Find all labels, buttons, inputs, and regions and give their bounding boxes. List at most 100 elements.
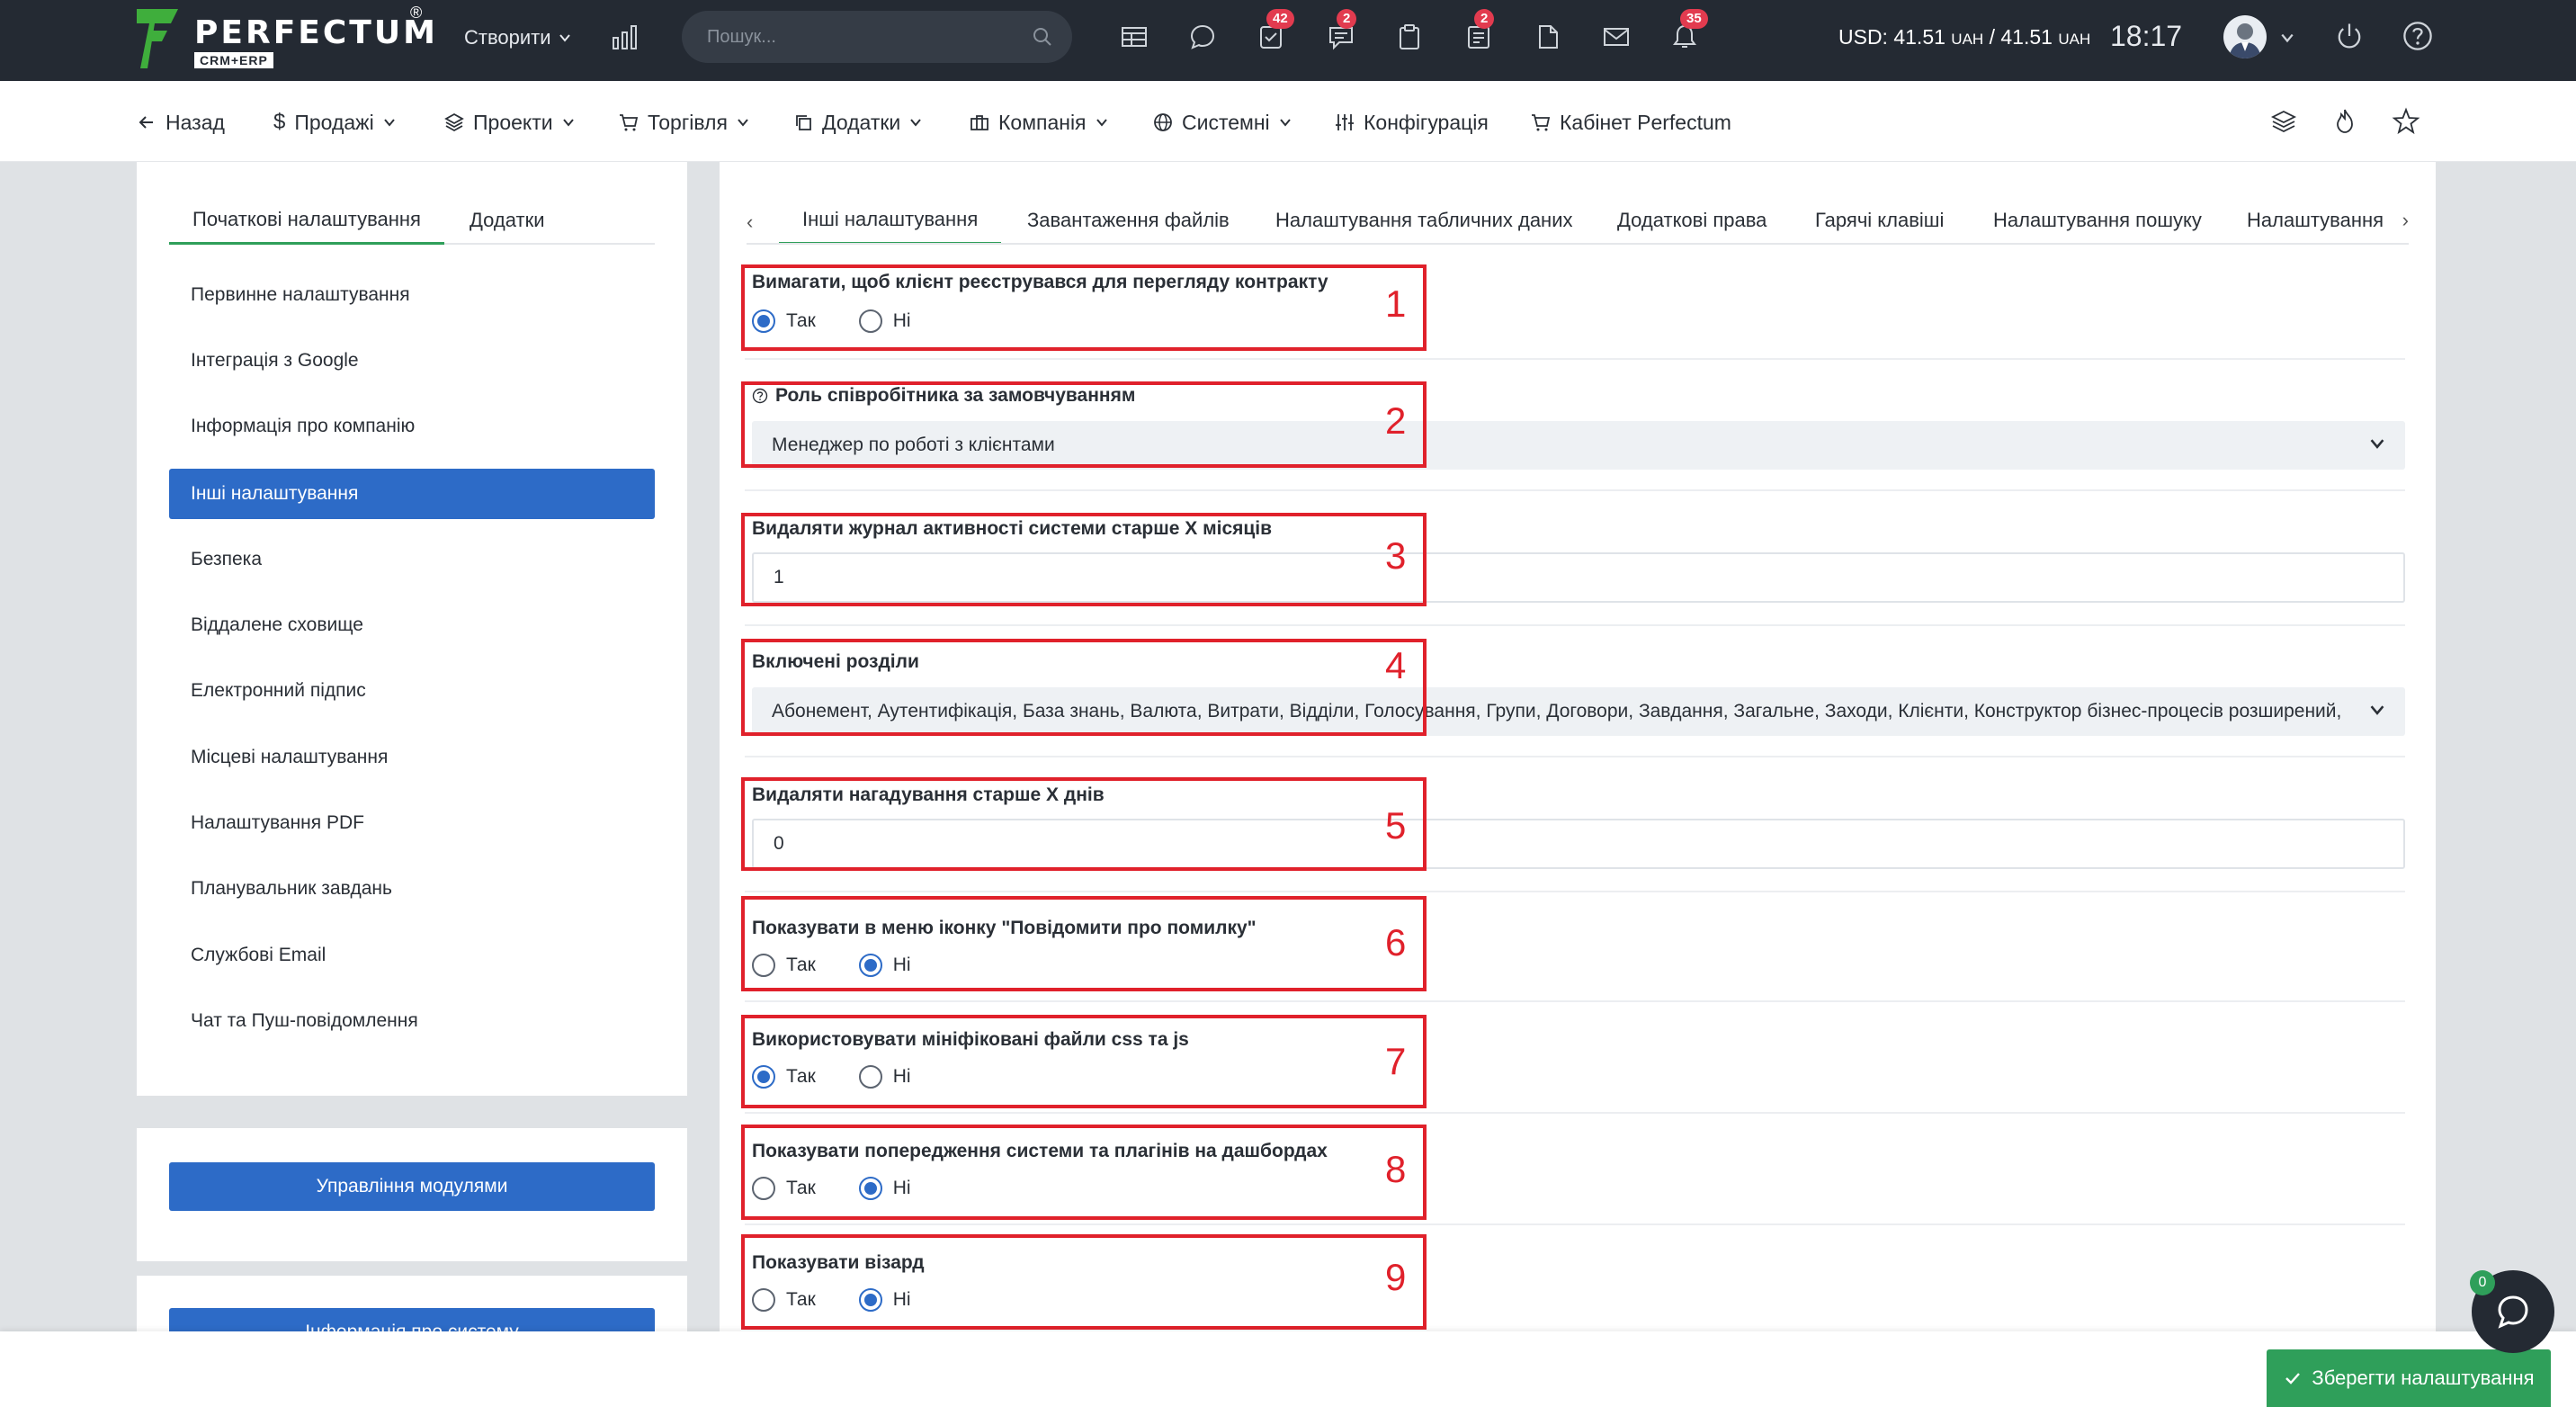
search-box[interactable] bbox=[682, 11, 1072, 63]
currency-unit: UAH bbox=[2058, 31, 2091, 48]
tab-settings-more[interactable]: Налаштування bbox=[2247, 196, 2384, 243]
chevron-down-icon bbox=[383, 119, 395, 127]
tab-addons[interactable]: Додатки bbox=[470, 196, 544, 245]
nav-trade-label: Торгівля bbox=[648, 110, 728, 134]
chevron-down-icon bbox=[738, 119, 748, 127]
tab-search-settings[interactable]: Налаштування пошуку bbox=[1993, 196, 2202, 243]
tab-extra-permissions[interactable]: Додаткові права bbox=[1617, 196, 1767, 243]
chat-bubble-icon bbox=[2498, 1295, 2528, 1329]
messages-icon[interactable]: 2 bbox=[1324, 9, 1358, 54]
annotation-box bbox=[741, 1015, 1427, 1108]
nav-projects[interactable]: Проекти bbox=[444, 108, 575, 137]
chevron-down-icon bbox=[559, 34, 570, 42]
sidebar-item-scheduler[interactable]: Планувальник завдань bbox=[169, 864, 655, 914]
nav-config[interactable]: Конфігурація bbox=[1335, 108, 1489, 137]
sidebar-item-local-settings[interactable]: Місцеві налаштування bbox=[169, 732, 655, 783]
sidebar-item-remote-storage[interactable]: Віддалене сховище bbox=[169, 600, 655, 650]
power-icon[interactable] bbox=[2333, 20, 2366, 52]
bell-icon[interactable]: 35 bbox=[1668, 9, 1708, 54]
tasks-icon[interactable]: 42 bbox=[1254, 9, 1294, 54]
nav-cabinet-label: Кабінет Perfectum bbox=[1560, 110, 1731, 134]
logo-mark-icon bbox=[137, 9, 178, 68]
tab-table-data[interactable]: Налаштування табличних даних bbox=[1275, 196, 1573, 243]
mail-icon[interactable] bbox=[1599, 20, 1633, 54]
footer-bar bbox=[0, 1331, 2576, 1407]
notifications-badge: 35 bbox=[1680, 9, 1708, 29]
arrow-left-icon bbox=[139, 116, 153, 129]
annotation-box bbox=[741, 1125, 1427, 1220]
annotation-box bbox=[741, 639, 1427, 736]
sidebar-item-company-info[interactable]: Інформація про компанію bbox=[169, 401, 655, 452]
clipboard-icon[interactable] bbox=[1392, 20, 1427, 54]
divider bbox=[745, 489, 2405, 491]
chevron-down-icon bbox=[910, 119, 922, 127]
star-icon[interactable] bbox=[2391, 106, 2421, 137]
sidebar-item-service-email[interactable]: Службові Email bbox=[169, 930, 655, 981]
annotation-number: 6 bbox=[1385, 921, 1407, 963]
cart-icon bbox=[1532, 114, 1551, 131]
chevron-down-icon bbox=[2370, 439, 2384, 449]
fire-icon[interactable] bbox=[2330, 106, 2360, 137]
chat-bubble-icon[interactable] bbox=[1185, 20, 1220, 54]
divider bbox=[745, 1000, 2405, 1002]
manage-modules-button[interactable]: Управління модулями bbox=[169, 1162, 655, 1211]
logo[interactable]: PERFECTUM ® CRM+ERP bbox=[135, 4, 435, 72]
notes-icon[interactable]: 2 bbox=[1462, 9, 1496, 54]
nav-back[interactable]: Назад bbox=[137, 108, 225, 137]
save-settings-button[interactable]: Зберегти налаштування bbox=[2267, 1349, 2551, 1407]
sidebar-item-e-signature[interactable]: Електронний підпис bbox=[169, 666, 655, 716]
annotation-box bbox=[741, 1234, 1427, 1330]
sidebar-item-chat-push[interactable]: Чат та Пуш-повідомлення bbox=[169, 996, 655, 1046]
calendar-table-icon[interactable] bbox=[1117, 20, 1151, 54]
nav-addons[interactable]: Додатки bbox=[793, 108, 922, 137]
tabs-scroll-left-icon[interactable]: ‹ bbox=[747, 211, 753, 234]
annotation-number: 1 bbox=[1385, 282, 1407, 325]
chevron-down-icon bbox=[562, 119, 574, 127]
search-input[interactable] bbox=[707, 26, 1031, 48]
sidebar-item-initial-setup[interactable]: Первинне налаштування bbox=[169, 270, 655, 320]
chevron-down-icon[interactable] bbox=[2280, 31, 2294, 45]
annotation-number: 5 bbox=[1385, 804, 1407, 847]
bar-chart-icon[interactable] bbox=[610, 22, 640, 52]
tab-file-upload[interactable]: Завантаження файлів bbox=[1027, 196, 1230, 243]
annotation-box bbox=[741, 381, 1427, 468]
sidebar-item-other-settings[interactable]: Інші налаштування bbox=[169, 469, 655, 519]
tab-other-settings[interactable]: Інші налаштування bbox=[779, 196, 1002, 243]
nav-system[interactable]: Системні bbox=[1153, 108, 1292, 137]
nav-company[interactable]: Компанія bbox=[970, 108, 1108, 137]
sidebar-item-security[interactable]: Безпека bbox=[169, 534, 655, 585]
tab-initial-settings[interactable]: Початкові налаштування bbox=[169, 196, 444, 245]
dollar-icon: $ bbox=[273, 110, 286, 134]
nav-sales[interactable]: $ Продажі bbox=[273, 108, 396, 137]
document-icon[interactable] bbox=[1531, 20, 1565, 54]
logo-text: PERFECTUM bbox=[194, 14, 438, 51]
annotation-number: 8 bbox=[1385, 1148, 1407, 1190]
divider bbox=[745, 756, 2405, 757]
sidebar-item-pdf[interactable]: Налаштування PDF bbox=[169, 798, 655, 848]
avatar[interactable] bbox=[2223, 15, 2267, 58]
nav-company-label: Компанія bbox=[998, 110, 1087, 134]
sidebar-item-google[interactable]: Інтеграція з Google bbox=[169, 336, 655, 386]
nav-back-label: Назад bbox=[165, 110, 225, 134]
main-menu: Назад $ Продажі Проекти Торгівля Додатки… bbox=[0, 81, 2576, 162]
chevron-down-icon bbox=[1096, 119, 1107, 127]
cart-icon bbox=[620, 114, 639, 131]
sidebar-tabs: Початкові налаштування Додатки bbox=[169, 196, 655, 245]
logo-subtitle: CRM+ERP bbox=[194, 52, 273, 68]
tab-hotkeys[interactable]: Гарячі клавіші bbox=[1815, 196, 1944, 243]
layers-icon[interactable] bbox=[2268, 106, 2299, 137]
annotation-box bbox=[741, 264, 1427, 351]
divider bbox=[745, 624, 2405, 626]
search-icon[interactable] bbox=[1033, 27, 1052, 47]
create-dropdown[interactable]: Створити bbox=[464, 20, 571, 56]
nav-cabinet[interactable]: Кабінет Perfectum bbox=[1531, 108, 1731, 137]
check-icon bbox=[2285, 1373, 2301, 1385]
annotation-number: 7 bbox=[1385, 1040, 1407, 1082]
help-icon[interactable] bbox=[2402, 20, 2434, 52]
nav-trade[interactable]: Торгівля bbox=[619, 108, 749, 137]
settings-content: ‹ Інші налаштування Завантаження файлів … bbox=[720, 162, 2436, 1331]
tasks-badge: 42 bbox=[1266, 9, 1294, 29]
chevron-down-icon bbox=[1279, 119, 1291, 127]
tabs-scroll-right-icon[interactable]: › bbox=[2396, 209, 2409, 232]
logo-registered: ® bbox=[410, 4, 423, 22]
